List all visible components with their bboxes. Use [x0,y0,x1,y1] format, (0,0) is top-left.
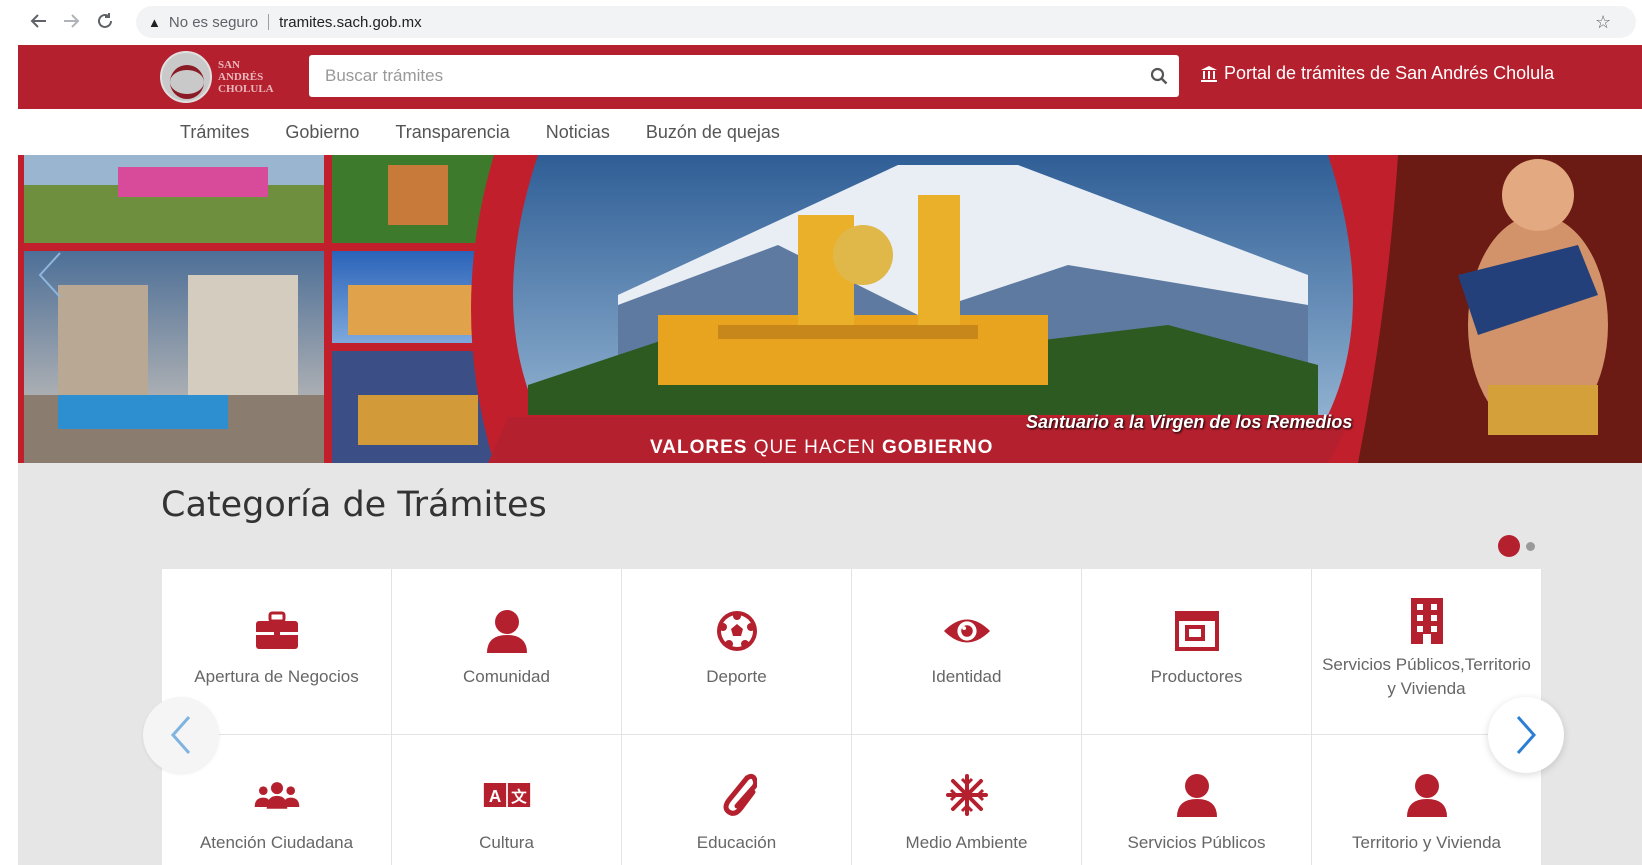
category-label: Educación [696,833,777,852]
browser-toolbar: ▲ No es seguro tramites.sach.gob.mx ☆ [0,0,1642,44]
nav-item-tramites[interactable]: Trámites [180,122,249,143]
security-label: No es seguro [168,13,259,31]
search-input[interactable] [309,55,1139,97]
category-label: Deporte [706,667,767,686]
site-header: San Andrés Cholula Portal de trámites de… [18,45,1642,109]
eye-icon [943,607,991,655]
category-identidad[interactable]: Identidad [852,569,1082,735]
chevron-right-icon [1516,716,1537,754]
carousel-prev-button[interactable] [143,697,219,773]
category-medio-ambiente[interactable]: Medio Ambiente [852,735,1082,865]
address-bar[interactable]: ▲ No es seguro tramites.sach.gob.mx [136,6,1636,38]
category-label: Cultura [479,833,534,852]
logo-emblem-icon [160,51,212,103]
nav-item-gobierno[interactable]: Gobierno [285,122,359,143]
portal-link-label: Portal de trámites de San Andrés Cholula [1224,63,1555,83]
hero-banner[interactable]: Santuario a la Virgen de los Remedios VA… [18,155,1642,463]
banner-prev-arrow-icon[interactable] [30,245,70,305]
category-servicios-publicos[interactable]: Servicios Públicos [1082,735,1312,865]
svg-text:文: 文 [511,787,527,806]
categories-section: Categoría de Trámites Apertura de Negoci… [18,463,1642,865]
section-title: Categoría de Trámites [161,485,547,525]
user-icon [1403,771,1451,819]
category-label: Atención Ciudadana [199,833,354,852]
nav-item-transparencia[interactable]: Transparencia [395,122,509,143]
search-icon[interactable] [1139,56,1179,96]
user-icon [483,607,531,655]
category-label: Identidad [931,667,1002,686]
divider [268,14,270,30]
category-label: Comunidad [463,667,550,686]
tagline-text: QUE HACEN [747,437,882,458]
chevron-left-icon [170,716,191,754]
pager-dot-active[interactable] [1498,535,1520,557]
soccer-ball-icon [713,607,761,655]
logo-line: San [218,59,241,71]
logo-text: San Andrés Cholula [218,59,274,95]
back-icon[interactable] [28,10,50,32]
category-productores[interactable]: Productores [1082,569,1312,735]
carousel-next-button[interactable] [1488,697,1564,773]
banner-tagline: VALORES QUE HACEN GOBIERNO [650,437,993,459]
category-label: Servicios Públicos,Territorio y Vivienda [1322,655,1531,698]
tagline-bold: VALORES [650,437,748,458]
category-cultura[interactable]: A文 Cultura [392,735,622,865]
warning-icon: ▲ [148,14,161,30]
forward-icon[interactable] [60,10,82,32]
briefcase-icon [253,607,301,655]
window-icon [1173,607,1221,655]
category-label: Territorio y Vivienda [1352,833,1501,852]
nav-item-buzon[interactable]: Buzón de quejas [646,122,780,143]
users-icon [253,771,301,819]
category-label: Medio Ambiente [905,833,1028,852]
reload-icon[interactable] [94,10,116,32]
logo-line: Andrés [218,71,264,83]
category-label: Servicios Públicos [1127,833,1266,852]
category-deporte[interactable]: Deporte [622,569,852,735]
svg-text:A: A [488,786,500,806]
snowflake-icon [943,771,991,819]
institution-icon [1201,65,1217,82]
tagline-bold: GOBIERNO [881,437,994,458]
user-icon [1173,771,1221,819]
language-icon: A文 [483,771,531,819]
category-label: Productores [1150,667,1243,686]
main-nav: Trámites Gobierno Transparencia Noticias… [18,109,1642,155]
bookmark-star-icon[interactable]: ☆ [1595,12,1611,33]
search-box [309,55,1179,97]
category-comunidad[interactable]: Comunidad [392,569,622,735]
category-educacion[interactable]: Educación [622,735,852,865]
paperclip-icon [713,771,761,819]
logo-line: Cholula [218,83,274,95]
pager-dot[interactable] [1526,541,1535,551]
nav-item-noticias[interactable]: Noticias [546,122,610,143]
carousel-pager [1498,535,1535,557]
category-grid: Apertura de Negocios Comunidad Deporte I… [162,569,1542,865]
page: ▲ No es seguro tramites.sach.gob.mx ☆ Sa… [0,0,1642,865]
banner-caption: Santuario a la Virgen de los Remedios [1026,412,1353,432]
building-icon [1403,597,1451,645]
banner-image [18,155,1642,463]
category-label: Apertura de Negocios [194,667,359,686]
portal-link[interactable]: Portal de trámites de San Andrés Cholula [1200,63,1554,84]
url-text: tramites.sach.gob.mx [279,13,422,31]
site-logo[interactable]: San Andrés Cholula [160,51,302,103]
